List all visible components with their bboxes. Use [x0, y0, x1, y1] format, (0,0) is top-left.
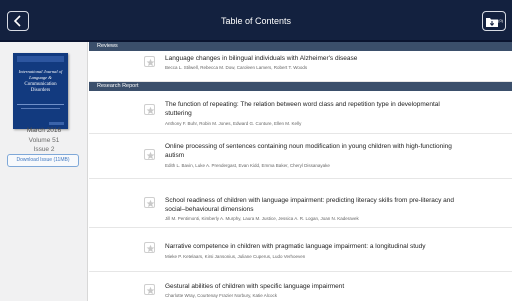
favorite-button[interactable] — [144, 149, 155, 160]
star-icon — [146, 106, 155, 115]
downloads-button[interactable]: (0) — [482, 11, 506, 31]
cover-title-line: Communication — [24, 82, 57, 87]
star-icon — [146, 151, 155, 160]
cover-title-line: Disorders — [30, 88, 51, 93]
article-row[interactable]: Language changes in bilingual individual… — [89, 51, 512, 82]
favorite-button[interactable] — [144, 104, 155, 115]
toc-list: Reviews Language changes in bilingual in… — [89, 42, 512, 301]
top-bar: Table of Contents (0) — [0, 0, 512, 42]
downloads-count: (0) — [498, 18, 503, 23]
page-title: Table of Contents — [220, 16, 292, 26]
cover-rule — [17, 104, 64, 105]
star-icon — [146, 286, 155, 295]
cover-title-line: International Journal of — [18, 69, 63, 74]
article-title[interactable]: Online processing of sentences containin… — [165, 143, 455, 160]
article-row[interactable]: The function of repeating: The relation … — [89, 91, 512, 134]
favorite-button[interactable] — [144, 242, 155, 253]
article-authors: Jill M. Pentimonti, Kimberly A. Murphy, … — [165, 216, 359, 221]
issue-date: March 2016 — [26, 127, 62, 134]
chevron-left-icon — [13, 15, 21, 27]
folder-download-icon — [486, 18, 498, 27]
article-row[interactable]: Gestural abilities of children with spec… — [89, 272, 512, 301]
download-issue-button[interactable]: Download Issue (11MB) — [7, 154, 79, 167]
article-row[interactable]: Narrative competence in children with pr… — [89, 228, 512, 272]
section-header-reviews: Reviews — [89, 42, 512, 51]
article-title[interactable]: Narrative competence in children with pr… — [165, 243, 455, 252]
article-authors: Edith L. Bavin, Luke A. Prendergast, Eva… — [165, 163, 330, 168]
favorite-button[interactable] — [144, 197, 155, 208]
section-header-research-report: Research Report — [89, 82, 512, 91]
article-row[interactable]: Online processing of sentences containin… — [89, 134, 512, 179]
journal-cover[interactable]: International Journal of Language & Comm… — [13, 53, 68, 129]
favorite-button[interactable] — [144, 284, 155, 295]
cover-masthead — [17, 56, 64, 62]
favorite-button[interactable] — [144, 56, 155, 67]
cover-publisher-mark — [49, 122, 64, 125]
article-title[interactable]: The function of repeating: The relation … — [165, 101, 455, 118]
issue-sidebar: International Journal of Language & Comm… — [0, 42, 88, 301]
star-icon — [146, 199, 155, 208]
article-title[interactable]: Gestural abilities of children with spec… — [165, 283, 455, 292]
article-authors: Anthony F. Buhr, Robin M. Jones, Edward … — [165, 121, 302, 126]
cover-title-line: Language & — [29, 75, 52, 80]
back-button[interactable] — [7, 11, 29, 31]
article-title[interactable]: Language changes in bilingual individual… — [165, 55, 455, 64]
article-authors: Charlotte Wray, Courtenay Frazier Norbur… — [165, 293, 278, 298]
star-icon — [146, 244, 155, 253]
issue-number: Issue 2 — [33, 146, 55, 153]
article-authors: Becca L. Stilwell, Rebecca M. Dow, Carol… — [165, 65, 308, 70]
article-title[interactable]: School readiness of children with langua… — [165, 197, 455, 214]
article-row[interactable]: School readiness of children with langua… — [89, 179, 512, 228]
article-authors: Mieke P. Ketelaars, Kirsi Jansonius, Jul… — [165, 254, 306, 259]
cover-rule — [21, 108, 60, 109]
issue-volume: Volume 51 — [28, 137, 60, 144]
star-icon — [146, 58, 155, 67]
